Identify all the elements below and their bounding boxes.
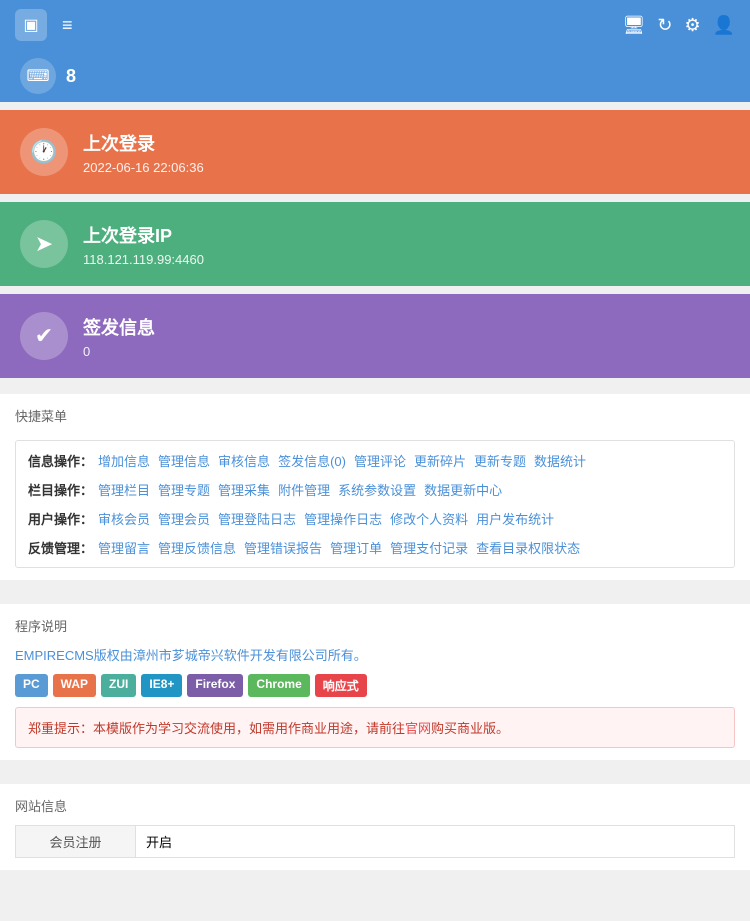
feedback-links: 管理留言 管理反馈信息 管理错误报告 管理订单 管理支付记录 查看目录权限状态 — [98, 538, 588, 557]
audit-member-link[interactable]: 审核会员 — [98, 509, 150, 528]
info-ops-label: 信息操作： — [28, 451, 93, 470]
keyboard-icon: ⌨ — [20, 58, 56, 94]
divider-1 — [0, 102, 750, 110]
sign-info-link[interactable]: 签发信息(0) — [278, 451, 346, 470]
login-log-link[interactable]: 管理登陆日志 — [218, 509, 296, 528]
update-topics-link[interactable]: 更新专题 — [474, 451, 526, 470]
header-left: ▣ ≡ — [15, 9, 73, 41]
system-params-link[interactable]: 系统参数设置 — [338, 480, 416, 499]
audit-info-link[interactable]: 审核信息 — [218, 451, 270, 470]
edit-profile-link[interactable]: 修改个人资料 — [390, 509, 468, 528]
add-info-link[interactable]: 增加信息 — [98, 451, 150, 470]
member-register-value: 开启 — [136, 826, 735, 858]
last-ip-text: 上次登录IP 118.121.119.99:4460 — [83, 222, 204, 267]
divider-3 — [0, 286, 750, 294]
clock-icon: 🕐 — [20, 128, 68, 176]
menu-toggle-icon[interactable]: ≡ — [62, 15, 73, 36]
last-login-text: 上次登录 2022-06-16 22:06:36 — [83, 130, 204, 175]
user-publish-stats-link[interactable]: 用户发布统计 — [476, 509, 554, 528]
checkmark-icon: ✔ — [20, 312, 68, 360]
user-ops-row: 用户操作： 审核会员 管理会员 管理登陆日志 管理操作日志 修改个人资料 用户发… — [28, 509, 722, 528]
browser-tags: PC WAP ZUI IE8+ Firefox Chrome 响应式 — [15, 674, 735, 697]
manage-comments-link[interactable]: 管理评论 — [354, 451, 406, 470]
data-update-center-link[interactable]: 数据更新中心 — [424, 480, 502, 499]
divider-5 — [0, 588, 750, 596]
last-ip-card: ➤ 上次登录IP 118.121.119.99:4460 — [0, 202, 750, 286]
settings-icon[interactable]: ⚙ — [684, 15, 700, 36]
sign-info-text: 签发信息 0 — [83, 314, 155, 359]
manage-topics-link[interactable]: 管理专题 — [158, 480, 210, 499]
warning-text-2: 购买商业版。 — [431, 721, 509, 736]
warning-text: 郑重提示：本模版作为学习交流使用，如需用作商业用途，请前往 — [28, 721, 405, 736]
tag-firefox: Firefox — [187, 674, 243, 697]
info-ops-links: 增加信息 管理信息 审核信息 签发信息(0) 管理评论 更新碎片 更新专题 数据… — [98, 451, 594, 470]
data-stats-link[interactable]: 数据统计 — [534, 451, 586, 470]
quick-menu-box: 信息操作： 增加信息 管理信息 审核信息 签发信息(0) 管理评论 更新碎片 更… — [15, 440, 735, 568]
header-right: 🖥 ↻ ⚙ 👤 — [622, 15, 735, 36]
manage-payments-link[interactable]: 管理支付记录 — [390, 538, 468, 557]
tag-pc: PC — [15, 674, 48, 697]
manage-messages-link[interactable]: 管理留言 — [98, 538, 150, 557]
website-section: 网站信息 会员注册 开启 — [0, 784, 750, 870]
ops-log-link[interactable]: 管理操作日志 — [304, 509, 382, 528]
header: ▣ ≡ 🖥 ↻ ⚙ 👤 — [0, 0, 750, 50]
logo-icon: ▣ — [15, 9, 47, 41]
program-section-title: 程序说明 — [15, 616, 735, 635]
divider-2 — [0, 194, 750, 202]
divider-4 — [0, 378, 750, 386]
refresh-icon[interactable]: ↻ — [657, 15, 672, 36]
warning-box: 郑重提示：本模版作为学习交流使用，如需用作商业用途，请前往官网购买商业版。 — [15, 707, 735, 748]
quick-menu-title: 快捷菜单 — [15, 406, 735, 430]
col-ops-links: 管理栏目 管理专题 管理采集 附件管理 系统参数设置 数据更新中心 — [98, 480, 510, 499]
info-ops-row: 信息操作： 增加信息 管理信息 审核信息 签发信息(0) 管理评论 更新碎片 更… — [28, 451, 722, 470]
update-fragments-link[interactable]: 更新碎片 — [414, 451, 466, 470]
last-ip-title: 上次登录IP — [83, 222, 204, 248]
user-ops-links: 审核会员 管理会员 管理登陆日志 管理操作日志 修改个人资料 用户发布统计 — [98, 509, 562, 528]
table-row: 会员注册 开启 — [16, 826, 735, 858]
user-icon[interactable]: 👤 — [713, 15, 735, 36]
tag-chrome: Chrome — [248, 674, 309, 697]
top-card-partial: ⌨ 8 — [0, 50, 750, 102]
feedback-label: 反馈管理： — [28, 538, 93, 557]
last-login-card: 🕐 上次登录 2022-06-16 22:06:36 — [0, 110, 750, 194]
quick-menu-section: 快捷菜单 信息操作： 增加信息 管理信息 审核信息 签发信息(0) 管理评论 更… — [0, 394, 750, 580]
manage-collect-link[interactable]: 管理采集 — [218, 480, 270, 499]
manage-orders-link[interactable]: 管理订单 — [330, 538, 382, 557]
last-login-title: 上次登录 — [83, 130, 204, 156]
last-ip-value: 118.121.119.99:4460 — [83, 252, 204, 267]
sign-info-card: ✔ 签发信息 0 — [0, 294, 750, 378]
sign-info-value: 0 — [83, 344, 155, 359]
manage-feedback-link[interactable]: 管理反馈信息 — [158, 538, 236, 557]
copyright-text: EMPIRECMS版权由漳州市芗城帝兴软件开发有限公司所有。 — [15, 645, 735, 664]
tag-zui: ZUI — [101, 674, 136, 697]
tag-ie8: IE8+ — [141, 674, 182, 697]
user-ops-label: 用户操作： — [28, 509, 93, 528]
manage-member-link[interactable]: 管理会员 — [158, 509, 210, 528]
top-card-value: 8 — [66, 66, 76, 87]
manage-info-link[interactable]: 管理信息 — [158, 451, 210, 470]
manage-columns-link[interactable]: 管理栏目 — [98, 480, 150, 499]
divider-6 — [0, 768, 750, 776]
attachment-mgmt-link[interactable]: 附件管理 — [278, 480, 330, 499]
manage-errors-link[interactable]: 管理错误报告 — [244, 538, 322, 557]
feedback-row: 反馈管理： 管理留言 管理反馈信息 管理错误报告 管理订单 管理支付记录 查看目… — [28, 538, 722, 557]
col-ops-row: 栏目操作： 管理栏目 管理专题 管理采集 附件管理 系统参数设置 数据更新中心 — [28, 480, 722, 499]
official-site-link[interactable]: 官网 — [405, 721, 431, 736]
last-login-time: 2022-06-16 22:06:36 — [83, 160, 204, 175]
program-section: 程序说明 EMPIRECMS版权由漳州市芗城帝兴软件开发有限公司所有。 PC W… — [0, 604, 750, 760]
website-section-title: 网站信息 — [15, 796, 735, 815]
location-icon: ➤ — [20, 220, 68, 268]
tag-wap: WAP — [53, 674, 96, 697]
member-register-label: 会员注册 — [16, 826, 136, 858]
website-info-table: 会员注册 开启 — [15, 825, 735, 858]
monitor-icon[interactable]: 🖥 — [622, 15, 645, 36]
col-ops-label: 栏目操作： — [28, 480, 93, 499]
sign-info-title: 签发信息 — [83, 314, 155, 340]
tag-responsive: 响应式 — [315, 674, 367, 697]
dir-permissions-link[interactable]: 查看目录权限状态 — [476, 538, 580, 557]
